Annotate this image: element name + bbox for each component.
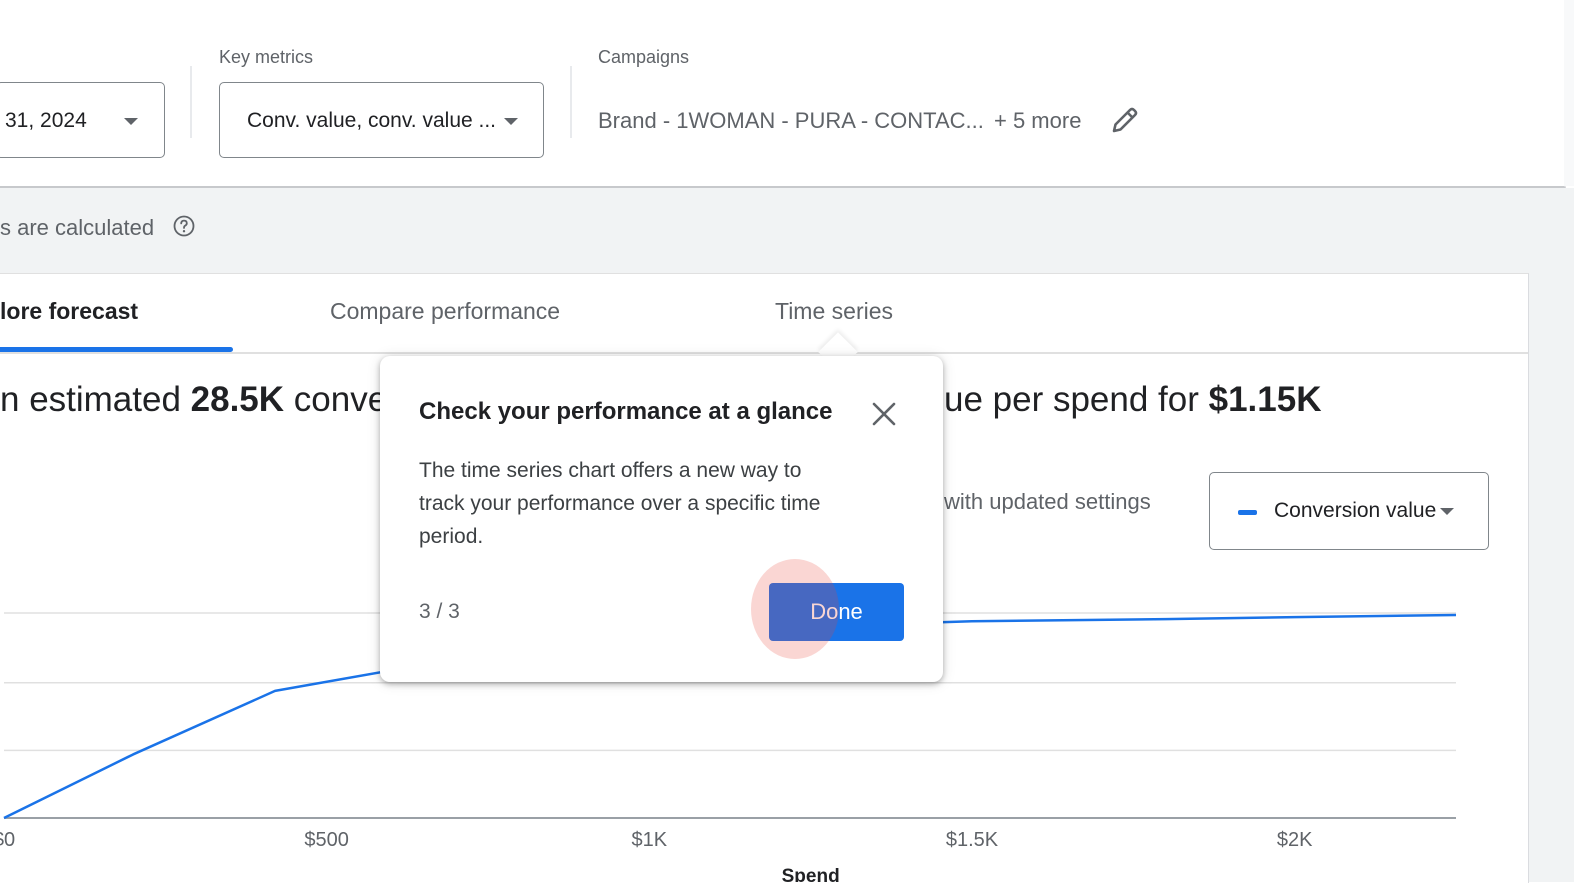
- popover-body: The time series chart offers a new way t…: [419, 459, 821, 548]
- forecast-summary-right: ue per spend for $1.15K: [944, 380, 1322, 420]
- summary-mid: conve: [284, 380, 388, 419]
- campaigns-value: Brand - 1WOMAN - PURA - CONTAC...: [598, 108, 984, 133]
- x-tick-label: $1K: [632, 829, 668, 851]
- x-tick-label: $0: [0, 829, 15, 851]
- x-tick-label: $2K: [1277, 829, 1313, 851]
- metric-select[interactable]: Conversion value: [1209, 472, 1489, 550]
- popover-step-counter: 3 / 3: [419, 600, 460, 623]
- metric-select-value: Conversion value: [1274, 499, 1437, 522]
- divider: [570, 66, 572, 138]
- summary-prefix: n estimated: [0, 380, 191, 419]
- divider: [190, 66, 192, 138]
- summary-right-text: ue per spend for: [944, 380, 1209, 419]
- x-tick-label: $500: [304, 829, 349, 851]
- done-button[interactable]: Done: [769, 583, 904, 641]
- tabs-divider: [0, 352, 1528, 354]
- filter-bar: 31, 2024 Key metrics Conv. value, conv. …: [0, 0, 1566, 188]
- page-edge: [1564, 0, 1574, 186]
- tab-compare-performance[interactable]: Compare performance: [330, 298, 560, 325]
- key-metrics-value: Conv. value, conv. value ...: [247, 109, 497, 132]
- calculation-info: s are calculated: [0, 215, 155, 240]
- date-range-select[interactable]: 31, 2024: [0, 82, 165, 158]
- series-swatch: [1238, 510, 1257, 515]
- chevron-down-icon: [1440, 508, 1454, 515]
- updated-settings-text: with updated settings: [944, 489, 1151, 514]
- close-icon[interactable]: [870, 400, 898, 428]
- campaigns-label: Campaigns: [598, 47, 690, 67]
- popover-title: Check your performance at a glance: [419, 398, 833, 425]
- feature-tour-popover: Check your performance at a glance The t…: [380, 356, 943, 682]
- key-metrics-label: Key metrics: [219, 47, 314, 67]
- pencil-icon[interactable]: [1108, 103, 1142, 137]
- tab-explore-forecast[interactable]: lore forecast: [0, 298, 138, 325]
- chevron-down-icon: [504, 118, 518, 125]
- key-metrics-select[interactable]: Conv. value, conv. value ...: [219, 82, 544, 158]
- summary-spend: $1.15K: [1208, 380, 1322, 419]
- summary-conversions: 28.5K: [190, 380, 285, 419]
- tab-time-series[interactable]: Time series: [775, 298, 893, 325]
- x-axis-ticks: $0 $500 $1K $1.5K $2K: [0, 829, 1313, 851]
- x-tick-label: $1.5K: [946, 829, 999, 851]
- x-axis-title: Spend: [782, 866, 840, 882]
- forecast-summary: n estimated 28.5K conve: [0, 380, 387, 420]
- campaigns-more[interactable]: + 5 more: [994, 108, 1081, 134]
- date-range-value: 31, 2024: [5, 109, 87, 132]
- help-circle-icon[interactable]: [172, 214, 196, 238]
- chevron-down-icon: [124, 118, 138, 125]
